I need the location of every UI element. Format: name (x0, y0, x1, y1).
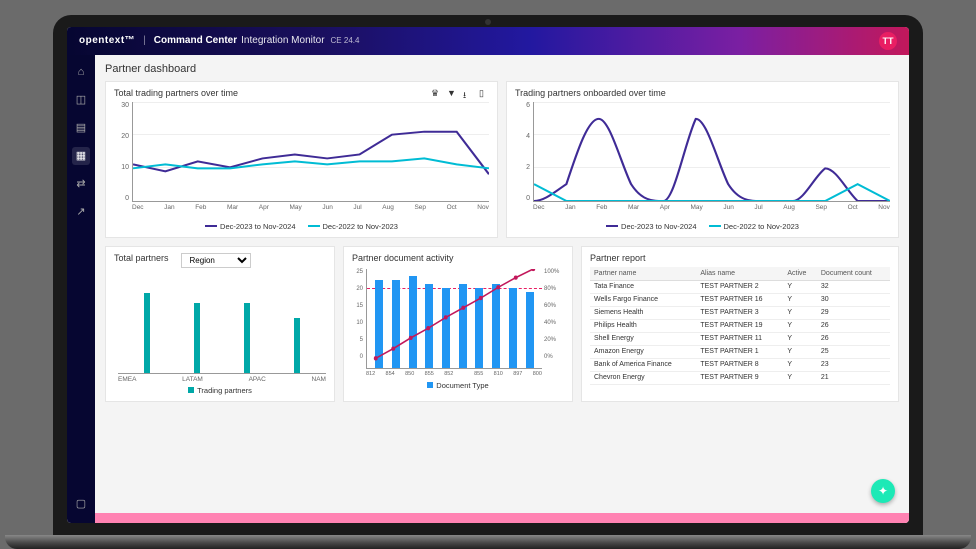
page-title: Partner dashboard (105, 63, 899, 75)
app-name-primary: Command Center (154, 35, 237, 46)
card-title: Total partners (114, 253, 169, 263)
table-row[interactable]: Shell EnergyTEST PARTNER 11Y26 (590, 332, 890, 345)
exchange-icon[interactable]: ⇄ (72, 175, 90, 193)
card-onboarded: Trading partners onboarded over time 642… (506, 81, 899, 238)
line-chart-2 (533, 102, 890, 202)
table-row[interactable]: Amazon EnergyTEST PARTNER 1Y25 (590, 345, 890, 358)
card-doc-activity: Partner document activity 2520151050 100… (343, 246, 573, 402)
card-title: Partner report (590, 253, 890, 263)
legend: Dec-2023 to Nov-2024 Dec-2022 to Nov-202… (114, 222, 489, 231)
x-axis: DecJanFebMarAprMayJunJulAugSepOctNov (132, 202, 489, 211)
table-row[interactable]: Bank of America FinanceTEST PARTNER 8Y23 (590, 358, 890, 371)
card-title: Partner document activity (352, 253, 564, 263)
x-axis: DecJanFebMarAprMayJunJulAugSepOctNov (533, 202, 890, 211)
filter-icon[interactable]: ▼ (447, 88, 457, 98)
table-row[interactable]: Siemens HealthTEST PARTNER 3Y29 (590, 306, 890, 319)
card-total-trading: Total trading partners over time ♛ ▼ ⭳ ▯… (105, 81, 498, 238)
x-axis: 812854850855852855810897800 (366, 369, 542, 377)
card-title: Trading partners onboarded over time (515, 88, 890, 98)
col-alias-name[interactable]: Alias name (696, 267, 783, 281)
col-active[interactable]: Active (783, 267, 817, 281)
documents-icon[interactable]: ▤ (72, 119, 90, 137)
card-total-partners: Total partners Region EMEALATAMAPACNAM (105, 246, 335, 402)
collapse-icon[interactable]: ▢ (72, 495, 90, 513)
analytics-icon[interactable]: ↗ (72, 203, 90, 221)
bar-chart-regions (118, 274, 326, 374)
legend: Document Type (352, 381, 564, 390)
export-icon[interactable]: ▯ (479, 88, 489, 98)
region-select[interactable]: Region (181, 253, 251, 268)
partners-icon[interactable]: ▦ (72, 147, 90, 165)
col-doc-count[interactable]: Document count (817, 267, 890, 281)
dashboard-icon[interactable]: ◫ (72, 91, 90, 109)
footer-strip (95, 513, 909, 523)
help-fab[interactable]: ✦ (871, 479, 895, 503)
y-axis: 2520151050 (352, 269, 366, 361)
partner-table: Partner name Alias name Active Document … (590, 267, 890, 385)
version-label: CE 24.4 (331, 36, 360, 45)
card-partner-report: Partner report Partner name Alias name A… (581, 246, 899, 402)
header: opentext™ | Command Center Integration M… (67, 27, 909, 55)
legend: Dec-2023 to Nov-2024 Dec-2022 to Nov-202… (515, 222, 890, 231)
y-axis-right: 100%80%60%40%20%0% (542, 269, 564, 361)
download-icon[interactable]: ⭳ (463, 88, 473, 98)
home-icon[interactable]: ⌂ (72, 63, 90, 81)
y-axis: 3020100 (114, 102, 132, 202)
x-axis: EMEALATAMAPACNAM (118, 374, 326, 383)
app-name-secondary: Integration Monitor (241, 35, 324, 46)
user-avatar[interactable]: TT (879, 32, 897, 50)
col-partner-name[interactable]: Partner name (590, 267, 696, 281)
brand-logo: opentext™ (79, 35, 135, 46)
line-chart-1 (132, 102, 489, 202)
table-row[interactable]: Tata FinanceTEST PARTNER 2Y32 (590, 280, 890, 293)
y-axis: 6420 (515, 102, 533, 202)
brand-divider: | (143, 35, 146, 46)
table-row[interactable]: Chevron EnergyTEST PARTNER 9Y21 (590, 371, 890, 384)
sidebar: ⌂ ◫ ▤ ▦ ⇄ ↗ ▢ (67, 55, 95, 523)
crown-icon[interactable]: ♛ (431, 88, 441, 98)
table-row[interactable]: Wells Fargo FinanceTEST PARTNER 16Y30 (590, 293, 890, 306)
legend: Trading partners (114, 386, 326, 395)
pareto-chart (366, 269, 542, 369)
table-row[interactable]: Philips HealthTEST PARTNER 19Y26 (590, 319, 890, 332)
